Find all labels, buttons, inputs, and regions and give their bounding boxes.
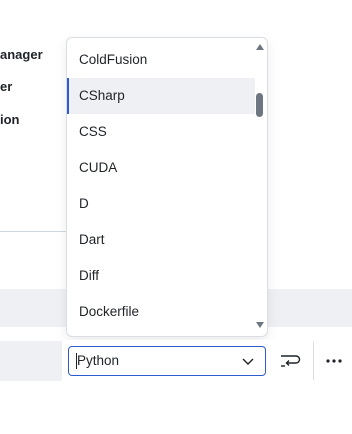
background-label-2: er [0,79,13,94]
language-option-coldfusion[interactable]: ColdFusion [67,42,255,78]
language-option-dockerfile[interactable]: Dockerfile [67,294,255,330]
more-horizontal-icon[interactable] [318,346,350,376]
background-divider [0,231,68,232]
text-caret [76,353,77,369]
language-option-csharp[interactable]: CSharp [67,78,255,114]
background-label-1: anager [0,47,43,62]
word-wrap-icon[interactable] [274,346,304,376]
language-option-dart[interactable]: Dart [67,222,255,258]
chevron-down-icon [242,358,254,365]
language-select-value: Python [77,353,120,368]
scrollbar-thumb[interactable] [256,93,263,117]
language-dropdown-list[interactable]: ColdFusion CSharp CSS CUDA D Dart Diff D… [66,37,268,337]
language-option-d[interactable]: D [67,186,255,222]
language-option-css[interactable]: CSS [67,114,255,150]
language-option-diff[interactable]: Diff [67,258,255,294]
scroll-up-arrow-icon[interactable] [255,42,265,52]
background-label-3: ion [0,112,20,127]
toolbar-separator [313,342,314,380]
language-select[interactable]: Python [68,346,266,376]
scroll-down-arrow-icon[interactable] [255,320,265,330]
language-option-cuda[interactable]: CUDA [67,150,255,186]
